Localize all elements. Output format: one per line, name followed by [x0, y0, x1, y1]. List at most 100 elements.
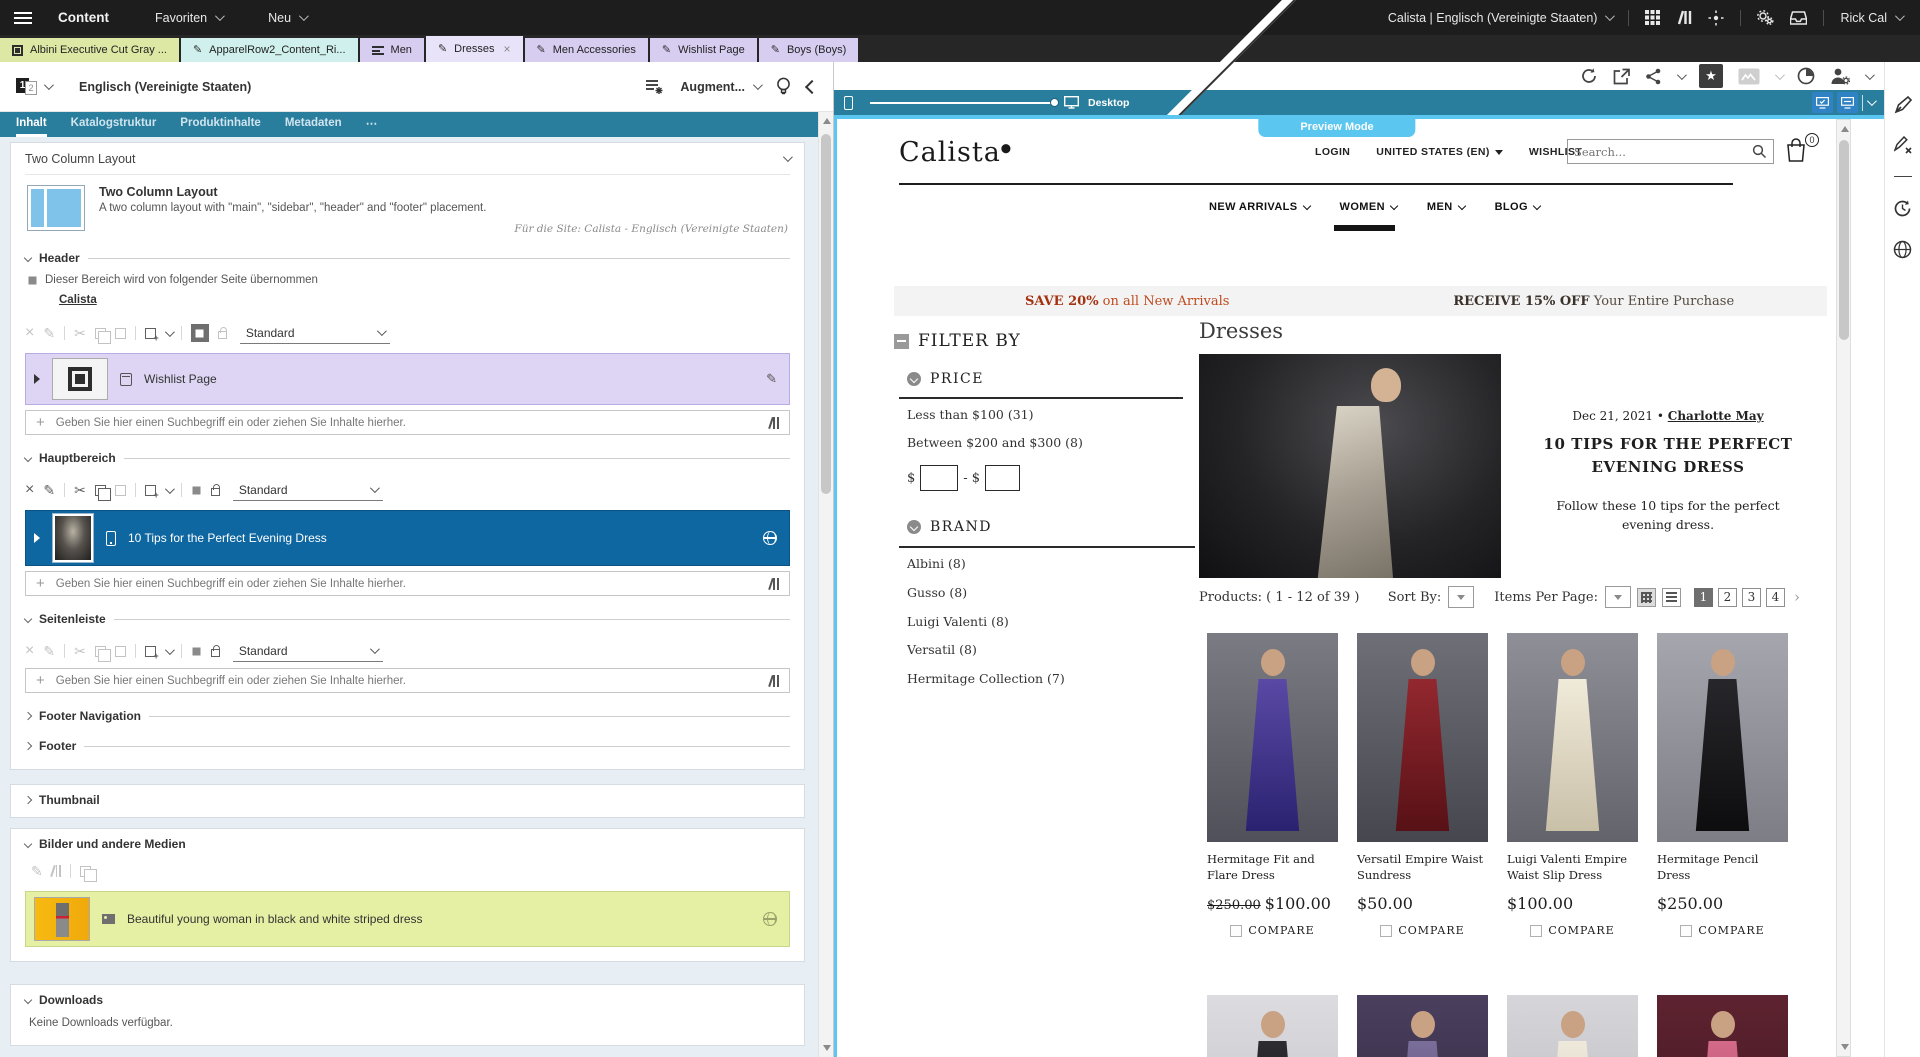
price-facet-header[interactable]: PRICE: [907, 371, 984, 387]
brand-option[interactable]: Gusso (8): [907, 585, 967, 600]
insert-component-icon[interactable]: [145, 646, 156, 657]
refresh-icon[interactable]: [1580, 67, 1598, 85]
settings-gears-icon[interactable]: [1757, 10, 1774, 25]
product-image[interactable]: [1507, 995, 1638, 1057]
region-selector[interactable]: UNITED STATES (EN): [1376, 146, 1503, 158]
product-card[interactable]: Hermitage Pencil Dress $250.00 COMPARE: [1657, 633, 1788, 937]
section-header[interactable]: Header: [25, 251, 790, 265]
tab-metadaten[interactable]: Metadaten: [285, 112, 342, 137]
chevron-down-icon[interactable]: [165, 327, 175, 337]
nav-women[interactable]: WOMEN: [1340, 201, 1397, 213]
header-variation-select[interactable]: Standard: [240, 322, 390, 344]
editor-scrollbar[interactable]: [818, 112, 833, 1057]
sidebar-variation-select[interactable]: Standard: [233, 640, 383, 662]
chevron-down-icon[interactable]: [1775, 70, 1785, 80]
nav-blog[interactable]: BLOG: [1495, 201, 1540, 213]
section-media[interactable]: Bilder und andere Medien: [25, 837, 790, 851]
blog-title[interactable]: 10 TIPS FOR THE PERFECT EVENING DRESS: [1537, 433, 1799, 480]
compare-checkbox[interactable]: [1380, 925, 1392, 937]
brand-option[interactable]: Albini (8): [907, 556, 966, 571]
collapse-left-panel-icon[interactable]: [805, 79, 819, 93]
section-seitenleiste[interactable]: Seitenleiste: [25, 612, 790, 626]
close-icon[interactable]: ×: [504, 42, 511, 56]
product-card[interactable]: Hermitage Fit and Flare Dress $250.00$10…: [1207, 633, 1338, 937]
augment-dropdown[interactable]: Augment...: [680, 80, 760, 94]
scrollbar-thumb[interactable]: [821, 134, 831, 494]
price-min-input[interactable]: [920, 465, 958, 491]
lightbulb-icon[interactable]: [776, 77, 791, 96]
image-mode-icon[interactable]: [1738, 68, 1760, 85]
lock-icon[interactable]: [218, 327, 227, 339]
globe-language-icon[interactable]: [1893, 240, 1912, 259]
compare-checkbox[interactable]: [1680, 925, 1692, 937]
delete-icon[interactable]: ×: [25, 325, 34, 341]
pen-disabled-icon[interactable]: [1894, 136, 1912, 154]
brand-facet-header[interactable]: BRAND: [907, 519, 992, 535]
edit-pencil-icon[interactable]: ✎: [43, 483, 55, 497]
chevron-down-icon[interactable]: [1865, 70, 1875, 80]
store-logo[interactable]: Calista⬤: [899, 137, 1012, 168]
inbox-tray-icon[interactable]: [1790, 11, 1807, 25]
annotate-pen-icon[interactable]: [1894, 96, 1912, 114]
page-button-1[interactable]: 1: [1694, 588, 1713, 607]
menu-favorites[interactable]: Favoriten: [155, 11, 222, 25]
chevron-down-icon[interactable]: [165, 484, 175, 494]
filter-by-header[interactable]: FILTER BY: [894, 331, 1021, 351]
product-card[interactable]: [1357, 995, 1488, 1057]
store-search-input[interactable]: [1568, 145, 1752, 159]
delete-icon[interactable]: ×: [25, 643, 34, 659]
globe-icon[interactable]: [763, 531, 777, 545]
main-slot-search[interactable]: + Geben Sie hier einen Suchbegriff ein o…: [25, 571, 790, 596]
sync-history-icon[interactable]: [1893, 199, 1912, 218]
product-name[interactable]: Luigi Valenti Empire Waist Slip Dress: [1507, 851, 1638, 883]
phone-icon[interactable]: [844, 96, 853, 110]
paste-icon[interactable]: [115, 485, 126, 496]
product-image[interactable]: [1207, 995, 1338, 1057]
page-button-4[interactable]: 4: [1766, 588, 1785, 607]
component-wishlist-page[interactable]: Wishlist Page ✎: [25, 353, 790, 405]
product-card[interactable]: Versatil Empire Waist Sundress $50.00 CO…: [1357, 633, 1488, 937]
cut-icon[interactable]: ✂: [74, 326, 86, 340]
chevron-down-icon[interactable]: [1677, 70, 1687, 80]
tab-katalogstruktur[interactable]: Katalogstruktur: [71, 112, 157, 137]
tab-produktinhalte[interactable]: Produktinhalte: [180, 112, 261, 137]
section-downloads[interactable]: Downloads: [25, 993, 790, 1007]
product-card[interactable]: [1657, 995, 1788, 1057]
layout-collapse-row[interactable]: Two Column Layout: [25, 143, 790, 175]
expand-icon[interactable]: [34, 374, 40, 384]
lock-icon[interactable]: [211, 645, 220, 657]
advanced-edit-view-button[interactable]: [1837, 92, 1858, 113]
list-view-button[interactable]: [1662, 588, 1681, 607]
section-footer[interactable]: Footer: [25, 739, 790, 753]
page-version-badge[interactable]: 1 2: [16, 77, 38, 97]
tab-men-accessories[interactable]: ✎ Men Accessories: [525, 38, 648, 62]
product-card[interactable]: Luigi Valenti Empire Waist Slip Dress $1…: [1507, 633, 1638, 937]
collapse-minus-icon[interactable]: [894, 334, 909, 349]
compare-checkbox[interactable]: [1530, 925, 1542, 937]
scroll-up-icon[interactable]: [1841, 126, 1849, 132]
copy-icon[interactable]: [95, 485, 106, 496]
tab-dresses[interactable]: ✎ Dresses ×: [426, 36, 523, 62]
edit-pencil-icon[interactable]: ✎: [43, 644, 55, 658]
scroll-down-icon[interactable]: [1841, 1044, 1849, 1050]
sidebar-slot-search[interactable]: + Geben Sie hier einen Suchbegriff ein o…: [25, 668, 790, 693]
user-menu[interactable]: Rick Cal: [1840, 11, 1902, 25]
favorite-star-button[interactable]: ★: [1699, 64, 1723, 88]
main-variation-select[interactable]: Standard: [233, 479, 383, 501]
cart-bag-icon[interactable]: 0: [1785, 137, 1811, 167]
user-settings-icon[interactable]: [1830, 67, 1850, 85]
sort-select[interactable]: [1448, 586, 1474, 608]
brand-option[interactable]: Versatil (8): [907, 642, 977, 657]
page-button-2[interactable]: 2: [1718, 588, 1737, 607]
cut-icon[interactable]: ✂: [74, 644, 86, 658]
time-clock-icon[interactable]: [1797, 67, 1815, 85]
copy-icon[interactable]: [95, 646, 106, 657]
component-10-tips-selected[interactable]: 10 Tips for the Perfect Evening Dress: [25, 510, 790, 566]
filter-bars-icon[interactable]: [52, 865, 61, 877]
section-footer-navigation[interactable]: Footer Navigation: [25, 709, 790, 723]
scrollbar-thumb[interactable]: [1839, 140, 1849, 340]
scroll-up-icon[interactable]: [823, 118, 831, 124]
product-image[interactable]: [1357, 995, 1488, 1057]
product-name[interactable]: Hermitage Pencil Dress: [1657, 851, 1788, 883]
nav-men[interactable]: MEN: [1427, 201, 1465, 213]
